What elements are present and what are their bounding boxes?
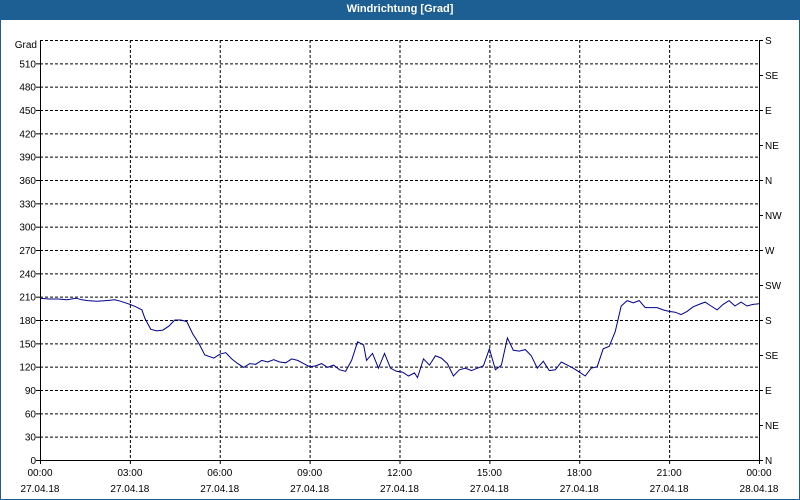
x-tick-date: 27.04.18 — [110, 484, 149, 495]
right-axis-label: NW — [765, 211, 782, 222]
right-axis-label: S — [765, 316, 772, 327]
x-tick-time: 12:00 — [387, 468, 412, 479]
y-tick-label: 480 — [19, 83, 36, 94]
y-tick-label: 300 — [19, 223, 36, 234]
x-tick-time: 15:00 — [477, 468, 502, 479]
x-tick-time: 09:00 — [297, 468, 322, 479]
y-tick-label: 450 — [19, 106, 36, 117]
y-tick-label: 30 — [25, 433, 37, 444]
x-tick-time: 06:00 — [207, 468, 232, 479]
grid — [36, 40, 763, 464]
y-tick-label: 150 — [19, 339, 36, 350]
x-tick-time: 03:00 — [117, 468, 142, 479]
y-tick-label: 0 — [30, 456, 36, 467]
y-axis-label: Grad — [15, 40, 37, 51]
right-axis-label: NE — [765, 141, 779, 152]
right-axis-label: N — [765, 456, 772, 467]
x-tick-date: 28.04.18 — [740, 484, 779, 495]
y-tick-label: 360 — [19, 176, 36, 187]
y-tick-label: 270 — [19, 246, 36, 257]
right-axis-label: SW — [765, 281, 782, 292]
y-tick-label: 390 — [19, 153, 36, 164]
x-tick-time: 00:00 — [746, 468, 771, 479]
x-tick-time: 21:00 — [657, 468, 682, 479]
y-tick-label: 210 — [19, 293, 36, 304]
right-axis-label: SE — [765, 71, 779, 82]
x-tick-date: 27.04.18 — [380, 484, 419, 495]
wind-direction-chart: Grad 0 30 60 90 120 150 180 210 240 270 300 330 360 3… — [15, 36, 782, 495]
x-tick-time: 00:00 — [27, 468, 52, 479]
y-tick-label: 240 — [19, 269, 36, 280]
y-tick-label: 330 — [19, 199, 36, 210]
y-tick-label: 60 — [25, 409, 37, 420]
x-tick-labels: 00:00 27.04.18 03:00 27.04.18 06:00 27.04.18 0… — [21, 468, 779, 495]
x-tick-date: 27.04.18 — [21, 484, 60, 495]
x-tick-date: 27.04.18 — [290, 484, 329, 495]
y-tick-label: 510 — [19, 59, 36, 70]
right-axis-label: SE — [765, 351, 779, 362]
y-tick-label: 420 — [19, 129, 36, 140]
x-tick-time: 18:00 — [567, 468, 592, 479]
right-axis-labels: N NE E SE S SW W NW N NE E SE S — [765, 36, 782, 467]
x-tick-date: 27.04.18 — [200, 484, 239, 495]
y-tick-label: 90 — [25, 386, 37, 397]
y-tick-label: 180 — [19, 316, 36, 327]
x-tick-date: 27.04.18 — [650, 484, 689, 495]
right-axis-label: W — [765, 246, 775, 257]
y-tick-labels: 0 30 60 90 120 150 180 210 240 270 300 330 360 390 420… — [19, 59, 36, 467]
right-axis-label: NE — [765, 421, 779, 432]
x-tick-date: 27.04.18 — [560, 484, 599, 495]
right-axis-label: N — [765, 176, 772, 187]
right-axis-label: E — [765, 106, 772, 117]
right-axis-label: E — [765, 386, 772, 397]
x-tick-date: 27.04.18 — [470, 484, 509, 495]
right-axis-label: S — [765, 36, 772, 47]
y-tick-label: 120 — [19, 363, 36, 374]
